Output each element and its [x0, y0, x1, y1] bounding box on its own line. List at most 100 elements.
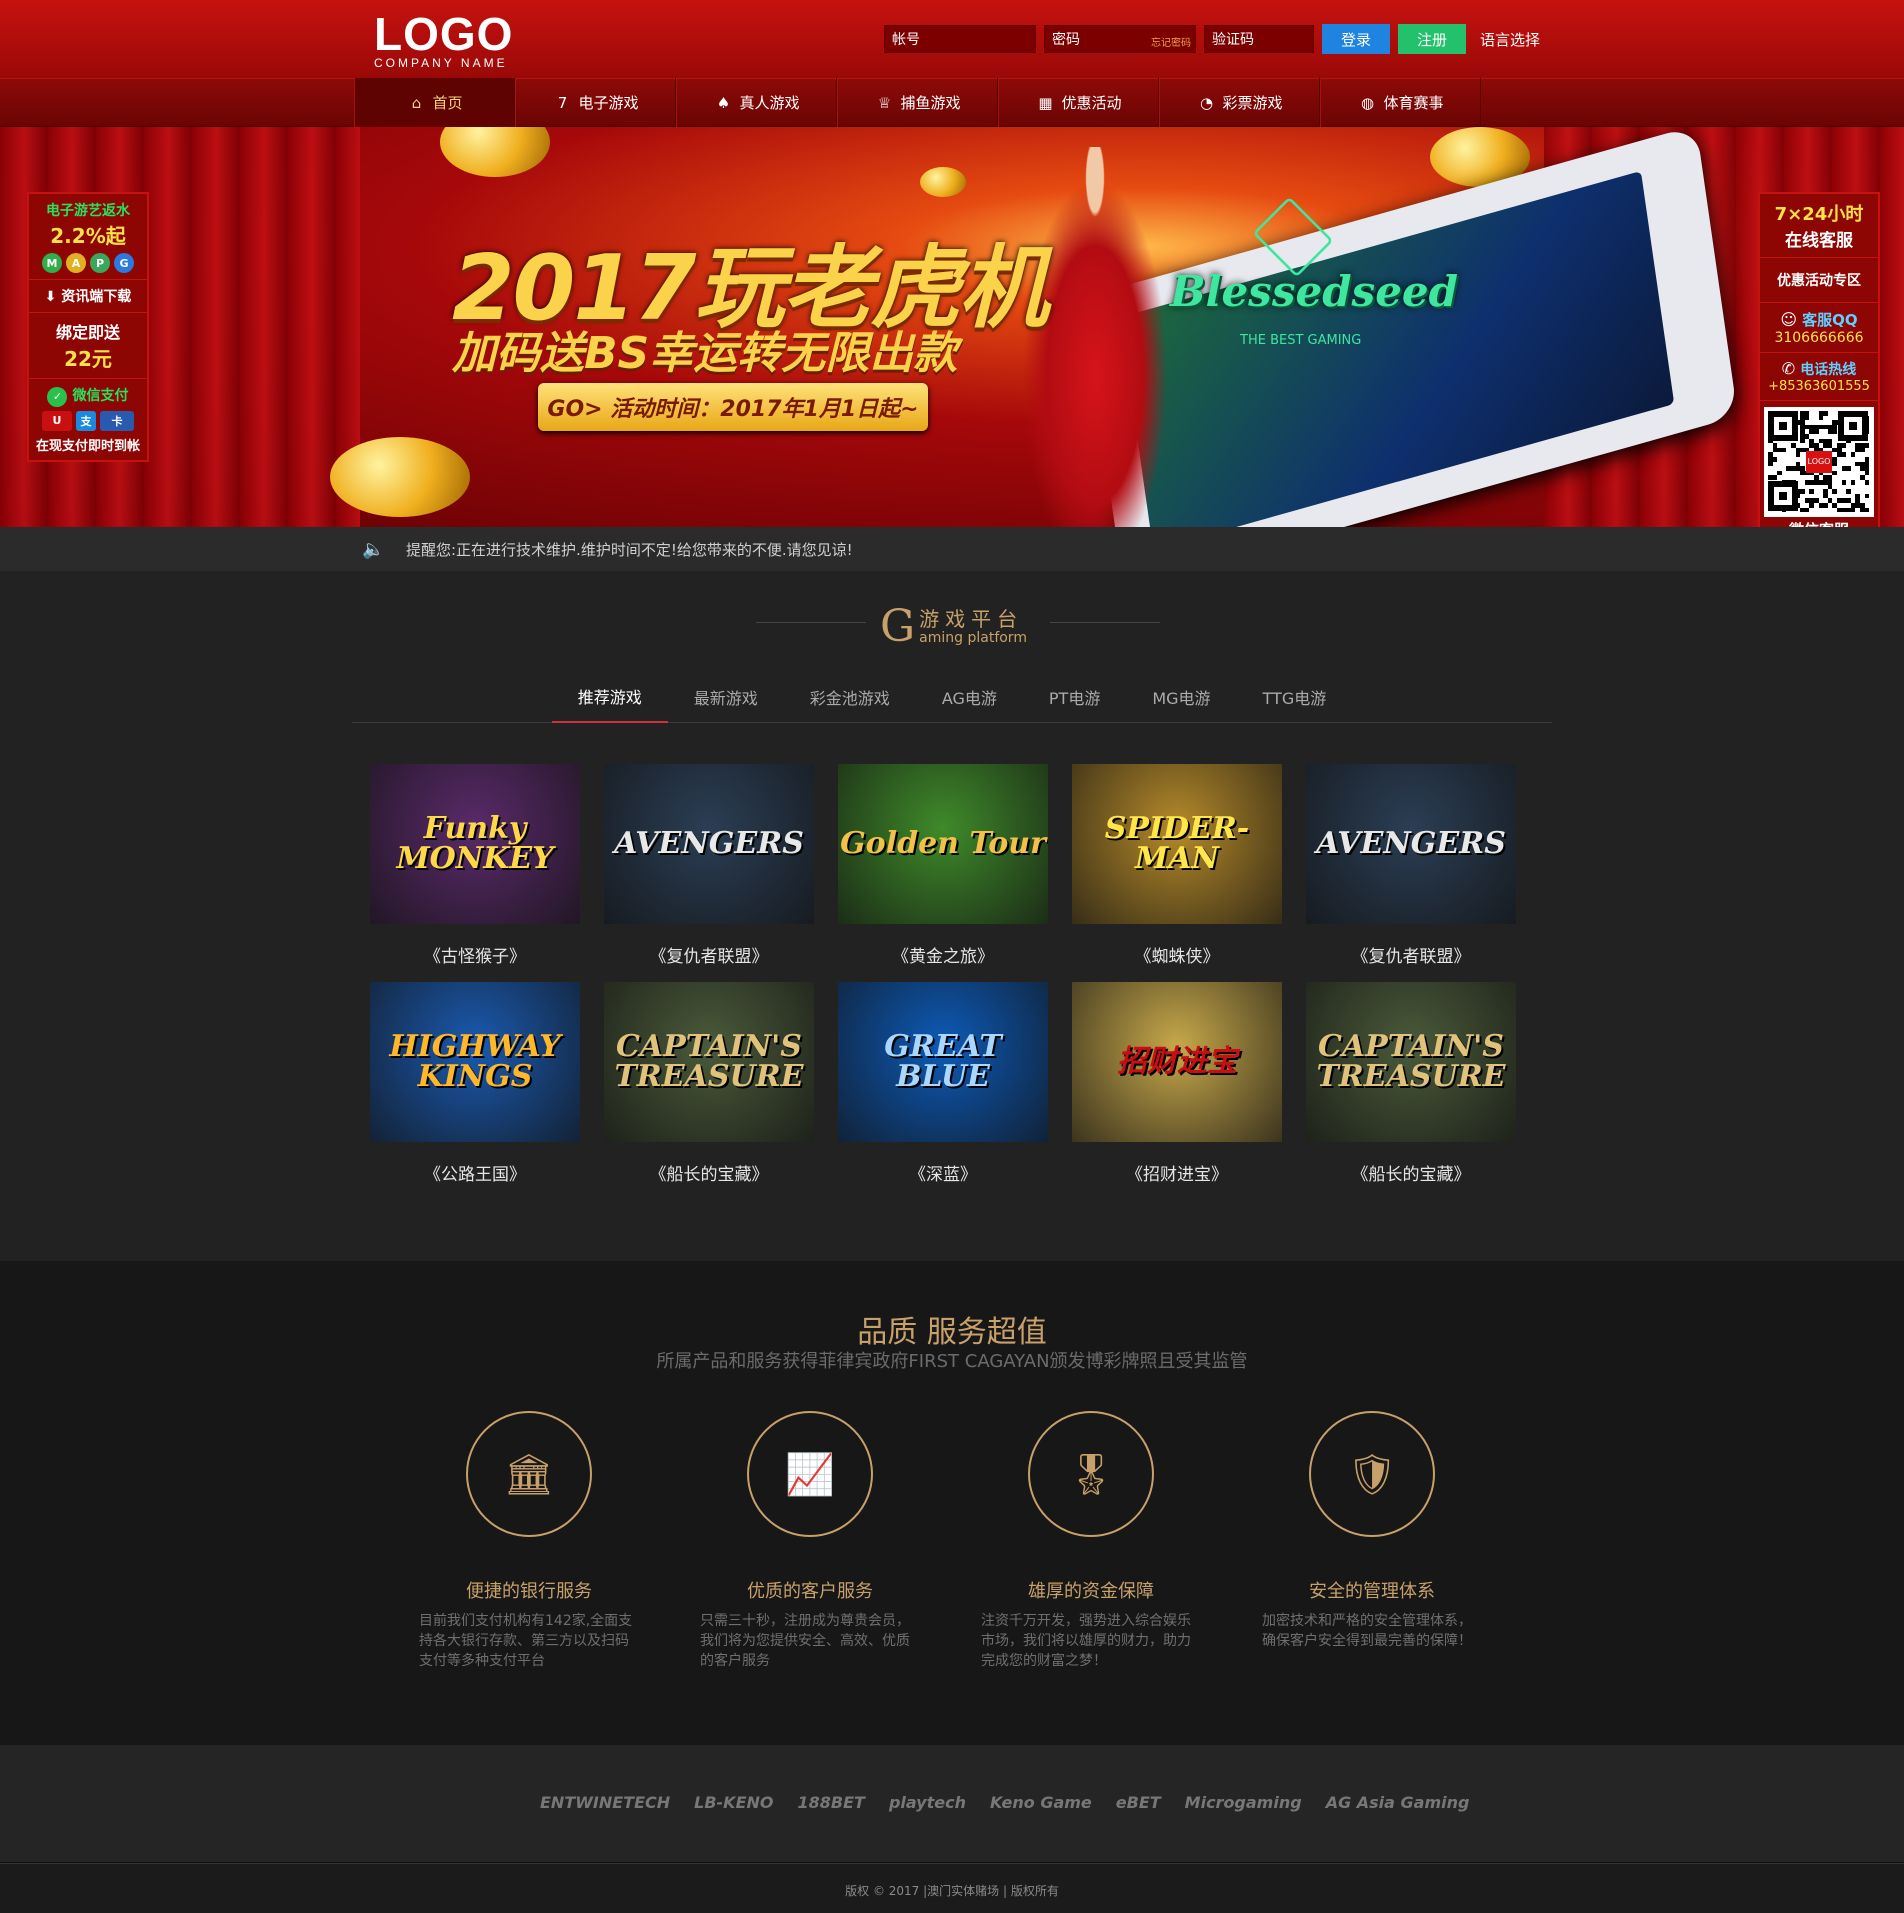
password-input[interactable]: 密码 忘记密码: [1044, 25, 1196, 53]
footer: 版权 © 2017 |澳门实体赌场 | 版权所有: [0, 1863, 1904, 1913]
qr-finder: [1838, 411, 1868, 441]
game-art-text: GREAT BLUE: [884, 1029, 1002, 1094]
captcha-input[interactable]: 验证码: [1204, 25, 1314, 53]
sports-ball-icon: ◍: [1360, 93, 1375, 112]
online-service[interactable]: 7×24小时 在线客服: [1760, 194, 1878, 258]
service-online: 在线客服: [1785, 231, 1853, 251]
qr-module: [1809, 489, 1814, 494]
provider-ag-icon: A: [66, 253, 86, 273]
page: LOGO COMPANY NAME 帐号 密码 忘记密码 验证码 登录 注册 语…: [0, 0, 1904, 1913]
wechat-qr[interactable]: LOGO 微信客服: [1760, 407, 1878, 544]
game-tab[interactable]: 推荐游戏: [551, 671, 668, 723]
game-card[interactable]: AVENGERS 《复仇者联盟》: [1306, 764, 1516, 982]
game-name[interactable]: 《船长的宝藏》: [604, 1160, 814, 1185]
game-tab[interactable]: TTG电游: [1237, 671, 1353, 723]
promo-zone-link[interactable]: 优惠活动专区: [1760, 258, 1878, 303]
qr-module: [1818, 415, 1824, 421]
bind-bonus[interactable]: 绑定即送 22元: [29, 313, 147, 379]
game-thumbnail[interactable]: 招财进宝: [1072, 982, 1282, 1142]
nav-item-4[interactable]: ▦ 优惠活动: [998, 78, 1159, 127]
game-tabs: 推荐游戏 最新游戏 彩金池游戏 AG电游 PT电游 MG电游 TTG电游: [352, 671, 1552, 723]
game-card[interactable]: SPIDER-MAN 《蜘蛛侠》: [1072, 764, 1282, 982]
game-card[interactable]: 招财进宝《招财进宝》: [1072, 982, 1282, 1200]
game-tab[interactable]: PT电游: [1023, 671, 1126, 723]
nav-item-5[interactable]: ◔ 彩票游戏: [1159, 78, 1320, 127]
game-name[interactable]: 《船长的宝藏》: [1306, 1160, 1516, 1185]
game-name[interactable]: 《招财进宝》: [1072, 1160, 1282, 1185]
payment-info[interactable]: ✓ 微信支付 U 支 卡 在现支付即时到帐: [29, 379, 147, 460]
nav-item-2[interactable]: ♠ 真人游戏: [676, 78, 837, 127]
game-card[interactable]: HIGHWAY KINGS 《公路王国》: [370, 982, 580, 1200]
game-name[interactable]: 《复仇者联盟》: [1306, 942, 1516, 967]
unionpay-icon: U: [42, 410, 72, 431]
qr-module: [1795, 452, 1801, 457]
provider-icons: M A P G: [31, 253, 145, 273]
promo-banner[interactable]: 2017玩老虎机 加码送BS幸运转无限出款 GO> 活动时间：2017年1月1日…: [0, 127, 1904, 527]
game-tab[interactable]: AG电游: [916, 671, 1023, 723]
game-thumbnail[interactable]: Funky MONKEY: [370, 764, 580, 924]
wechat-pay: ✓ 微信支付: [31, 385, 145, 407]
qr-module: [1841, 452, 1847, 457]
wechat-icon: ✓: [47, 386, 68, 407]
game-card[interactable]: AVENGERS 《复仇者联盟》: [604, 764, 814, 982]
partner-logo: 188BET: [797, 1793, 865, 1812]
qr-module: [1814, 429, 1819, 434]
download-link[interactable]: ⬇ 资讯端下载: [29, 280, 147, 313]
qr-module: [1823, 503, 1828, 508]
game-thumbnail[interactable]: AVENGERS: [1306, 764, 1516, 924]
game-card[interactable]: GREAT BLUE 《深蓝》: [838, 982, 1048, 1200]
game-name[interactable]: 《深蓝》: [838, 1160, 1048, 1185]
register-button[interactable]: 注册: [1398, 24, 1466, 54]
game-name[interactable]: 《复仇者联盟》: [604, 942, 814, 967]
login-button[interactable]: 登录: [1322, 24, 1390, 54]
account-input[interactable]: 帐号: [884, 25, 1036, 53]
feature-item: 🏛 便捷的银行服务 目前我们支付机构有142家,全面支持各大银行存款、第三方以及扫码…: [414, 1411, 644, 1671]
game-thumbnail[interactable]: Golden Tour: [838, 764, 1048, 924]
game-thumbnail[interactable]: HIGHWAY KINGS: [370, 982, 580, 1142]
home-icon: ⌂: [411, 93, 422, 112]
nav-item-1[interactable]: 7 电子游戏: [515, 78, 676, 127]
banner-cta-button[interactable]: GO> 活动时间：2017年1月1日起~: [538, 383, 928, 431]
shield-icon: 🛡: [1346, 1451, 1398, 1498]
game-card[interactable]: CAPTAIN'S TREASURE 《船长的宝藏》: [1306, 982, 1516, 1200]
game-art-text: HIGHWAY KINGS: [389, 1029, 561, 1094]
forgot-password-link[interactable]: 忘记密码: [1151, 34, 1191, 49]
notice-bar: 🔈 提醒您:正在进行技术维护.维护时间不定!给您带来的不便.请您见谅!: [0, 527, 1904, 571]
game-tab[interactable]: 最新游戏: [668, 671, 784, 723]
game-name[interactable]: 《古怪猴子》: [370, 942, 580, 967]
coin-decoration: [440, 127, 550, 177]
game-name[interactable]: 《公路王国》: [370, 1160, 580, 1185]
hotline[interactable]: ✆ 电话热线 +85363601555: [1760, 353, 1878, 401]
game-thumbnail[interactable]: AVENGERS: [604, 764, 814, 924]
game-card[interactable]: Funky MONKEY 《古怪猴子》: [370, 764, 580, 982]
notice-text: 提醒您:正在进行技术维护.维护时间不定!给您带来的不便.请您见谅!: [406, 541, 853, 559]
game-name[interactable]: 《黄金之旅》: [838, 942, 1048, 967]
game-tab[interactable]: 彩金池游戏: [784, 671, 916, 723]
qq-service[interactable]: ☺ 客服QQ 3106666666: [1760, 303, 1878, 353]
qr-module: [1832, 470, 1837, 476]
section-title: G 游戏平台 aming platform: [880, 601, 1027, 652]
rebate-promo[interactable]: 电子游艺返水 2.2%起 M A P G: [29, 194, 147, 280]
login-form: 帐号 密码 忘记密码 验证码 登录 注册 语言选择: [884, 24, 1540, 54]
quality-section: 品质 服务超值 所属产品和服务获得菲律宾政府FIRST CAGAYAN颁发博彩牌…: [0, 1261, 1904, 1745]
game-thumbnail[interactable]: SPIDER-MAN: [1072, 764, 1282, 924]
title-cn: 游戏平台: [919, 606, 1024, 631]
game-thumbnail[interactable]: CAPTAIN'S TREASURE: [1306, 982, 1516, 1142]
game-art-text: CAPTAIN'S TREASURE: [614, 1029, 804, 1094]
nav-item-0[interactable]: ⌂ 首页: [354, 78, 515, 127]
qr-module: [1864, 443, 1870, 448]
top-header: LOGO COMPANY NAME 帐号 密码 忘记密码 验证码 登录 注册 语…: [0, 0, 1904, 78]
game-thumbnail[interactable]: GREAT BLUE: [838, 982, 1048, 1142]
game-card[interactable]: CAPTAIN'S TREASURE 《船长的宝藏》: [604, 982, 814, 1200]
game-art-text: AVENGERS: [614, 826, 804, 861]
alipay-icon: 支: [76, 410, 96, 431]
language-select[interactable]: 语言选择: [1480, 29, 1540, 50]
nav-item-6[interactable]: ◍ 体育赛事: [1320, 78, 1481, 127]
game-thumbnail[interactable]: CAPTAIN'S TREASURE: [604, 982, 814, 1142]
nav-item-3[interactable]: ♕ 捕鱼游戏: [837, 78, 998, 127]
qr-module: [1832, 429, 1837, 434]
game-card[interactable]: Golden Tour 《黄金之旅》: [838, 764, 1048, 982]
game-name[interactable]: 《蜘蛛侠》: [1072, 942, 1282, 967]
logo[interactable]: LOGO COMPANY NAME: [374, 11, 513, 70]
game-tab[interactable]: MG电游: [1126, 671, 1236, 723]
